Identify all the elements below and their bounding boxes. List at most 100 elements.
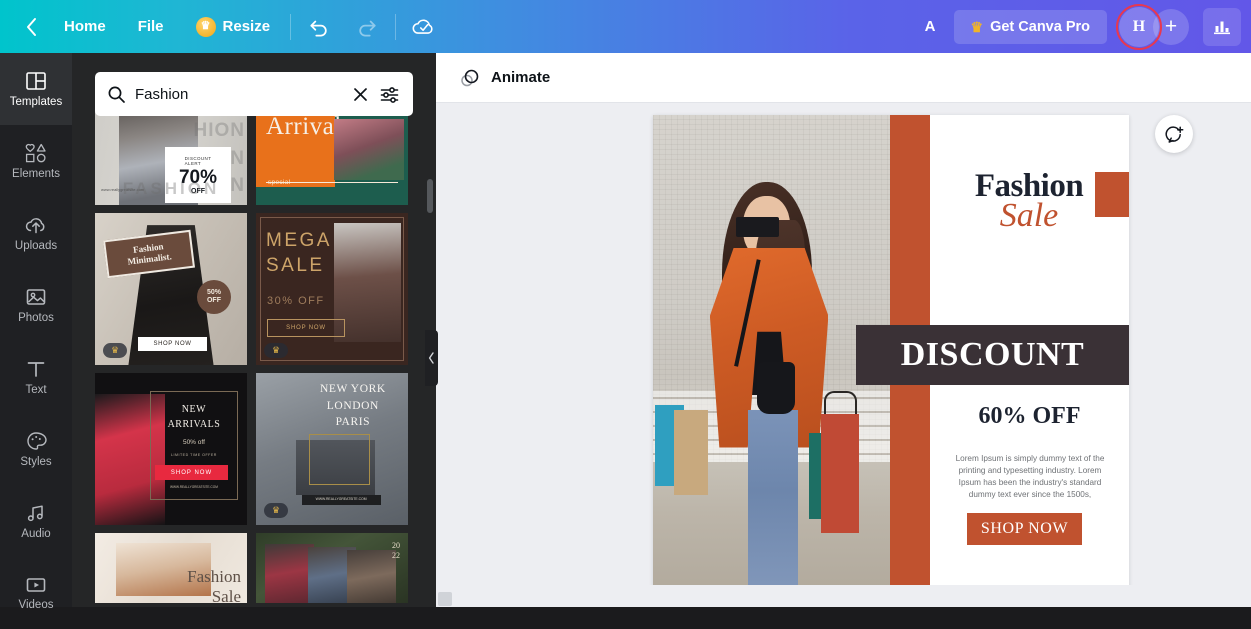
left-rail: Templates Elements Uploads Photos Text S… [0, 53, 72, 610]
template-thumbnail: NEW ARRIVALS 50% off LIMITED TIME OFFER … [95, 373, 247, 525]
font-size-indicator[interactable]: A [907, 18, 954, 35]
filter-sliders-icon [380, 86, 398, 103]
template-bottom-text: FASHION [122, 179, 220, 198]
template-figure [265, 544, 314, 603]
search-button[interactable] [107, 85, 126, 104]
sidebar-item-label: Videos [18, 598, 54, 611]
template-badge: 50% OFF [197, 279, 231, 314]
template-frame [309, 433, 370, 486]
animate-button[interactable]: Animate [450, 62, 560, 94]
headline-group[interactable]: Fashion Sale [949, 169, 1109, 235]
scrollbar-thumb[interactable] [427, 179, 433, 213]
collapse-panel-handle[interactable] [425, 330, 438, 386]
template-thumbnail: Arrival special discount every purchase [256, 109, 408, 205]
shop-now-button[interactable]: SHOP NOW [967, 513, 1082, 545]
home-menu[interactable]: Home [48, 0, 122, 53]
template-figure [347, 549, 396, 603]
resize-menu[interactable]: ♛ Resize [180, 0, 287, 53]
sidebar-item-label: Photos [18, 311, 54, 324]
discount-banner[interactable]: DISCOUNT [856, 325, 1129, 385]
search-icon [108, 86, 125, 103]
redo-button[interactable] [345, 7, 389, 47]
template-discount: 30% OFF [267, 295, 325, 307]
videos-icon [26, 577, 46, 592]
chevron-left-icon [428, 352, 434, 364]
back-button[interactable] [14, 0, 48, 53]
bar-chart-icon [1214, 21, 1230, 34]
template-card[interactable]: 20 22 [256, 533, 408, 603]
template-cta: SHOP NOW [267, 319, 345, 337]
text-icon [27, 361, 45, 377]
insights-button[interactable] [1203, 7, 1241, 46]
template-card[interactable]: NEW ARRIVALS 50% off LIMITED TIME OFFER … [95, 373, 247, 525]
percent-off-text[interactable]: 60% OFF [930, 403, 1129, 430]
page-control-icon[interactable] [438, 592, 452, 606]
get-canva-pro-label: Get Canva Pro [990, 18, 1090, 35]
editor-toolbar: Animate [436, 53, 1251, 103]
template-heading: MEGA SALE [266, 230, 332, 276]
headline-secondary: Sale [999, 197, 1059, 235]
add-comment-button[interactable] [1155, 115, 1193, 153]
template-year: 20 22 [392, 541, 400, 560]
sidebar-item-elements[interactable]: Elements [0, 125, 72, 197]
sidebar-item-label: Text [25, 383, 47, 396]
file-menu[interactable]: File [122, 0, 180, 53]
sidebar-item-templates[interactable]: Templates [0, 53, 72, 125]
sidebar-item-label: Styles [20, 455, 52, 468]
body-text[interactable]: Lorem Ipsum is simply dummy text of the … [950, 453, 1110, 501]
template-card[interactable]: HION HION HION HION DISCOUNT ALERT 70% O… [95, 109, 247, 205]
template-cta: SHOP NOW [137, 337, 208, 351]
template-card[interactable]: Fashion Sale [95, 533, 247, 603]
redo-icon [359, 20, 376, 37]
templates-icon [26, 71, 46, 90]
photos-icon [26, 288, 46, 305]
sidebar-item-label: Audio [21, 527, 51, 540]
shopping-bag-kraft [674, 409, 708, 495]
template-card[interactable]: Fashion Minimalist. 50% OFF SHOP NOW ♛ [95, 213, 247, 365]
template-thumbnail: Fashion Sale [95, 533, 247, 603]
hero-photo[interactable] [653, 115, 890, 590]
template-heading: Arrival [266, 113, 342, 140]
template-url: WWW.REALLYGREATSITE.COM [169, 485, 218, 489]
template-heading: Fashion Sale [187, 566, 241, 603]
avatar-container: H [1116, 3, 1162, 50]
template-base [256, 187, 408, 205]
template-card[interactable]: NEW YORK LONDON PARIS WWW.REALLYGREATSIT… [256, 373, 408, 525]
add-comment-icon [1165, 125, 1184, 143]
crown-icon: ♛ [195, 16, 216, 37]
clear-search-button[interactable] [347, 81, 373, 107]
filter-button[interactable] [375, 80, 403, 108]
crown-icon: ♛ [970, 18, 984, 35]
get-canva-pro-button[interactable]: ♛ Get Canva Pro [953, 9, 1107, 44]
elements-icon [25, 143, 46, 163]
cloud-save-status[interactable] [402, 7, 446, 47]
undo-button[interactable] [297, 7, 341, 47]
shopping-bag-red [821, 414, 860, 533]
template-card[interactable]: Arrival special discount every purchase [256, 109, 408, 205]
styles-icon [27, 432, 47, 450]
sidebar-item-styles[interactable]: Styles [0, 413, 72, 485]
template-card-label: DISCOUNT ALERT [184, 155, 212, 166]
template-heading: NEW ARRIVALS [167, 404, 221, 430]
sidebar-item-text[interactable]: Text [0, 341, 72, 413]
template-url: WWW.REALLYGREATSITE.COM [315, 497, 367, 501]
close-icon [353, 87, 367, 101]
cloud-saved-icon [412, 19, 433, 34]
sidebar-item-photos[interactable]: Photos [0, 269, 72, 341]
file-label: File [137, 18, 164, 35]
sidebar-item-videos[interactable]: Videos [0, 557, 72, 629]
template-discount: 50% off [182, 439, 205, 446]
undo-icon [310, 20, 327, 37]
sidebar-item-uploads[interactable]: Uploads [0, 197, 72, 269]
templates-grid[interactable]: HION HION HION HION DISCOUNT ALERT 70% O… [95, 109, 413, 607]
design-canvas[interactable]: Fashion Sale DISCOUNT 60% OFF Lorem Ipsu… [653, 115, 1129, 590]
search-input[interactable] [135, 85, 347, 103]
template-card[interactable]: MEGA SALE 30% OFF SHOP NOW ♛ [256, 213, 408, 365]
templates-panel: HION HION HION HION DISCOUNT ALERT 70% O… [72, 53, 436, 607]
avatar[interactable]: H [1119, 6, 1159, 47]
sidebar-item-audio[interactable]: Audio [0, 485, 72, 557]
editor-area: Animate Fashion Sale DISCOUNT 60% OFF Lo… [425, 53, 1251, 607]
animate-icon [461, 69, 479, 86]
pro-crown-badge: ♛ [264, 343, 288, 358]
toolbar-divider-2 [395, 13, 397, 40]
